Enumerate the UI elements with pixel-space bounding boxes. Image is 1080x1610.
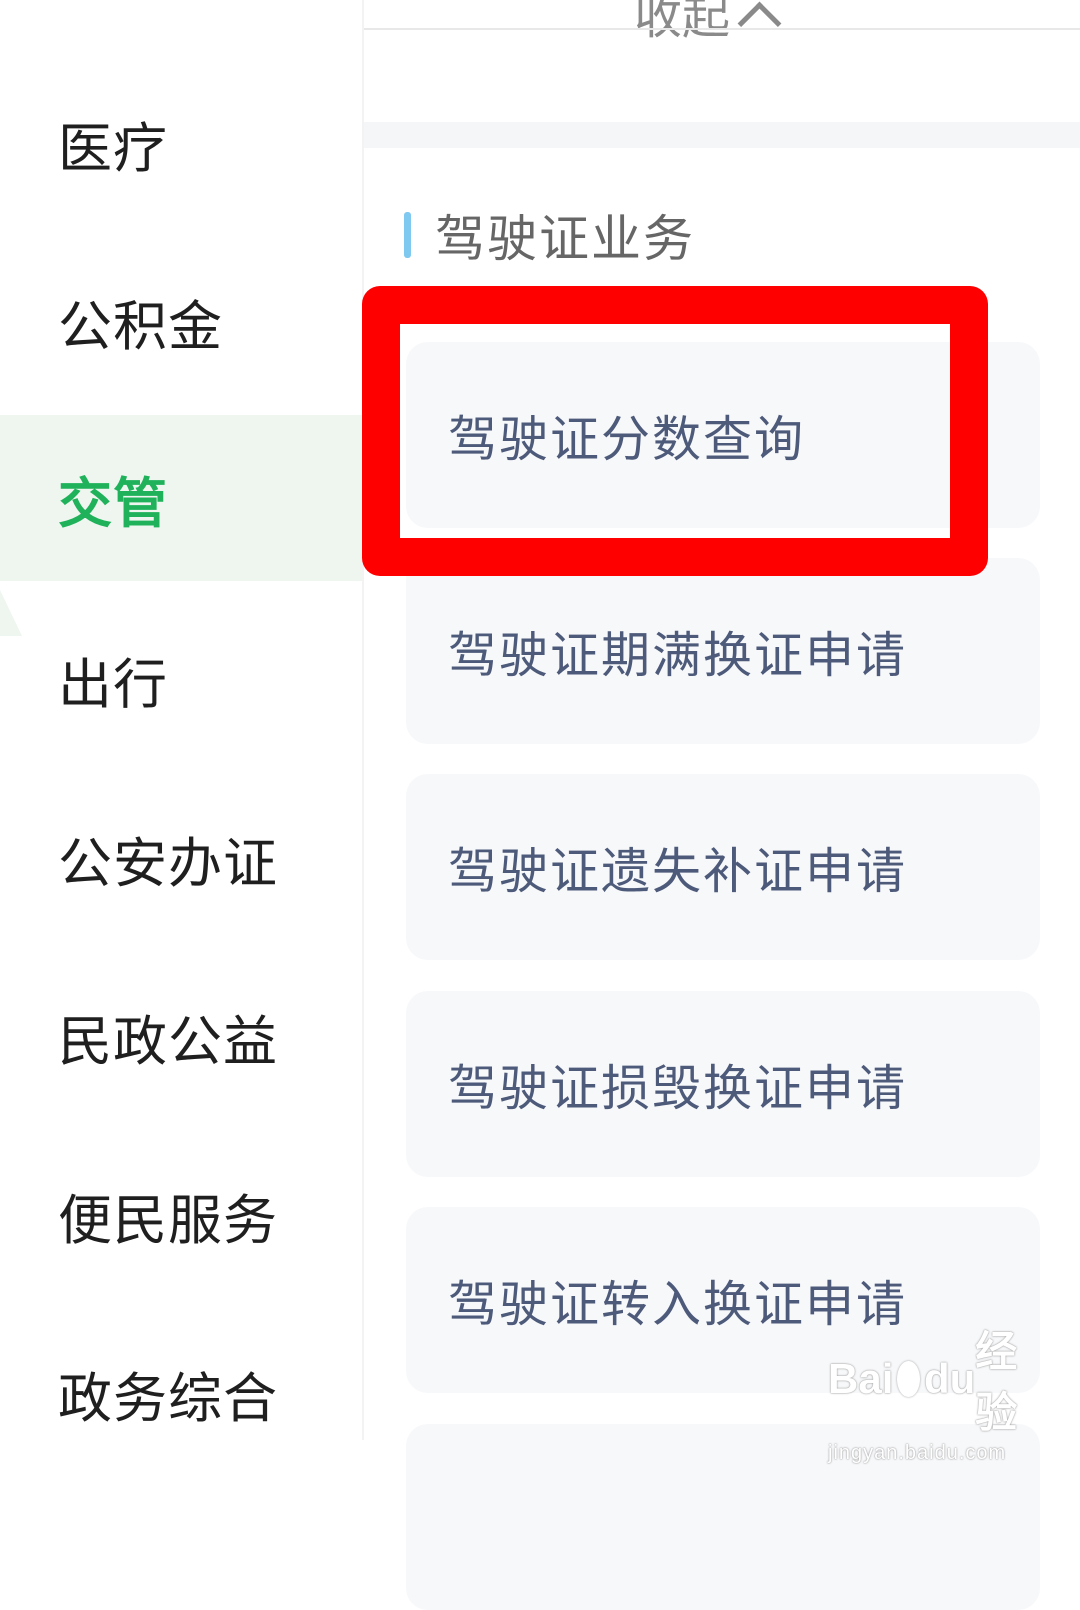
sidebar-item-civil-affairs[interactable]: 民政公益 [0, 953, 362, 1119]
service-card-label: 驾驶证期满换证申请 [448, 626, 908, 684]
service-card-label: 驾驶证遗失补证申请 [448, 842, 908, 900]
service-card-expiry-renewal[interactable]: 驾驶证期满换证申请 [406, 558, 1040, 744]
service-list-panel: 收起 驾驶证业务 驾驶证分数查询 驾驶证期满换证申请 驾驶证遗失补证申请 驾驶证… [364, 0, 1080, 1610]
service-card-damage-replacement[interactable]: 驾驶证损毁换证申请 [406, 991, 1040, 1177]
sidebar-item-convenience[interactable]: 便民服务 [0, 1132, 362, 1298]
section-accent-bar [404, 212, 411, 258]
service-card-transfer-in[interactable]: 驾驶证转入换证申请 [406, 1207, 1040, 1393]
collapse-button[interactable]: 收起 [634, 0, 782, 52]
sidebar-item-government[interactable]: 政务综合 [0, 1310, 362, 1476]
service-card-lost-replacement[interactable]: 驾驶证遗失补证申请 [406, 774, 1040, 960]
sidebar-item-public-security[interactable]: 公安办证 [0, 775, 362, 941]
section-header: 驾驶证业务 [404, 200, 695, 270]
service-card-label: 驾驶证分数查询 [448, 410, 806, 468]
sidebar-item-medical[interactable]: 医疗 [0, 60, 362, 226]
sidebar-item-traffic[interactable]: 交管 [0, 415, 362, 581]
sidebar-item-housing-fund[interactable]: 公积金 [0, 238, 362, 404]
chevron-up-icon [737, 1, 782, 45]
service-card-partial[interactable] [406, 1424, 1040, 1610]
section-separator [364, 122, 1080, 148]
category-sidebar: 医疗 公积金 交管 出行 公安办证 民政公益 便民服务 政务综合 [0, 0, 364, 1440]
service-card-label: 驾驶证转入换证申请 [448, 1275, 908, 1333]
divider [364, 28, 1080, 30]
sidebar-item-travel[interactable]: 出行 [0, 596, 362, 762]
service-card-label: 驾驶证损毁换证申请 [448, 1059, 908, 1117]
section-title: 驾驶证业务 [435, 210, 695, 268]
collapse-label: 收起 [634, 0, 731, 45]
service-card-score-query[interactable]: 驾驶证分数查询 [406, 342, 1040, 528]
